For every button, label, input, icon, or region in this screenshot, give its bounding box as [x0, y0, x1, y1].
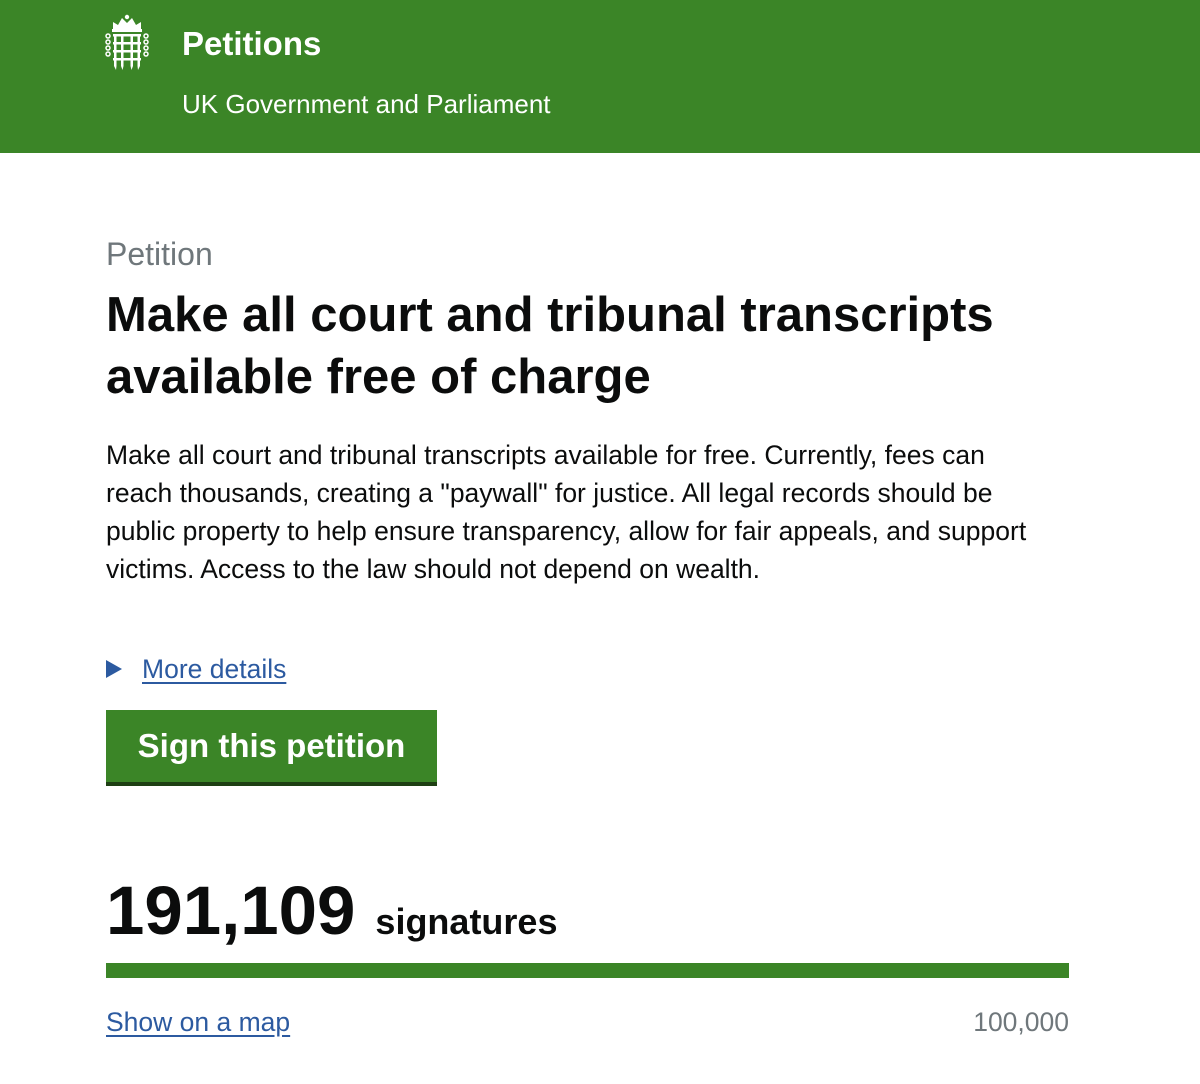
more-details-toggle[interactable]: More details: [106, 650, 286, 688]
signature-progress-fill: [106, 963, 1069, 978]
sign-petition-button[interactable]: Sign this petition: [106, 710, 437, 782]
more-details-link[interactable]: More details: [142, 654, 286, 685]
portcullis-icon: [105, 14, 149, 70]
petition-title: Make all court and tribunal transcripts …: [106, 288, 994, 404]
signature-threshold: 100,000: [973, 1007, 1069, 1037]
signature-progress-bar: [106, 963, 1069, 978]
signature-count-number: 191,109: [106, 872, 356, 949]
petition-summary: Make all court and tribunal transcripts …: [106, 440, 1027, 584]
site-header: Petitions UK Government and Parliament: [0, 0, 1200, 153]
signature-count: 191,109 signatures: [106, 868, 557, 954]
signature-count-label: signatures: [375, 901, 558, 942]
site-subtitle: UK Government and Parliament: [182, 89, 551, 119]
site-title-link[interactable]: Petitions: [182, 22, 321, 66]
page-caption: Petition: [106, 236, 213, 272]
disclosure-triangle-icon: [106, 660, 122, 678]
show-on-map-link[interactable]: Show on a map: [106, 1004, 290, 1040]
